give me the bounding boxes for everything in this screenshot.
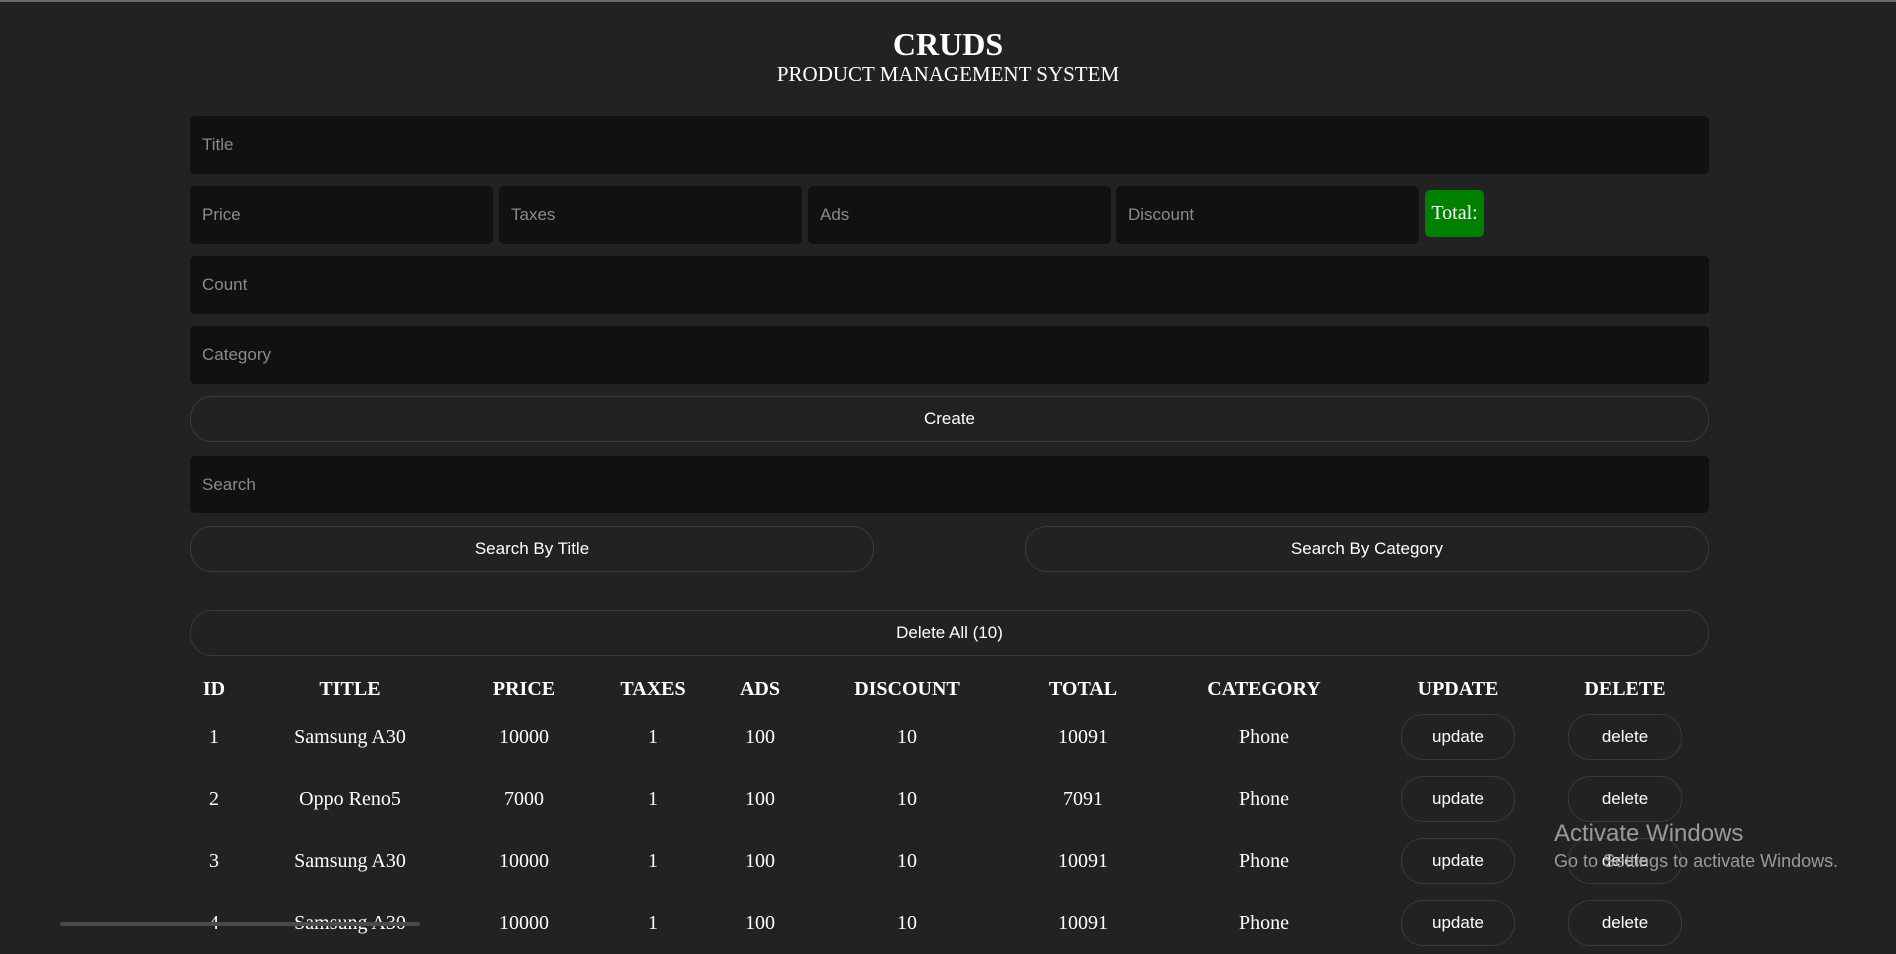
- cell-price: 10000: [499, 725, 549, 748]
- column-header-id: ID: [202, 677, 226, 700]
- discount-input[interactable]: [1116, 186, 1419, 244]
- cell-category: Phone: [1239, 849, 1289, 872]
- search-by-title-button[interactable]: Search By Title: [190, 526, 874, 572]
- column-header-discount: DISCOUNT: [854, 677, 960, 700]
- cell-category: Phone: [1239, 911, 1289, 934]
- category-input[interactable]: [190, 326, 1709, 384]
- app-title: CRUDS: [892, 26, 1004, 62]
- cell-update: update: [1376, 768, 1540, 830]
- delete-button[interactable]: delete: [1568, 776, 1682, 822]
- table-row: 3 Samsung A30 10000 1 100 10 10091 Phone…: [190, 830, 1710, 892]
- app-subtitle: PRODUCT MANAGEMENT SYSTEM: [776, 62, 1120, 86]
- cell-total: 10091: [1058, 725, 1108, 748]
- cell-price: 10000: [499, 849, 549, 872]
- watermark-title: Activate Windows: [1554, 820, 1744, 847]
- crud-app: CRUDS PRODUCT MANAGEMENT SYSTEM Total: C…: [0, 0, 1896, 946]
- cell-title: Oppo Reno5: [299, 787, 401, 810]
- cell-update: update: [1376, 892, 1540, 954]
- column-header-update: UPDATE: [1417, 677, 1499, 700]
- count-input[interactable]: [190, 256, 1709, 314]
- cell-ads: 100: [745, 849, 775, 872]
- cell-category: Phone: [1239, 725, 1289, 748]
- delete-button[interactable]: delete: [1568, 714, 1682, 760]
- total-badge: Total:: [1425, 190, 1484, 237]
- update-button[interactable]: update: [1401, 838, 1515, 884]
- cell-id: 2: [209, 787, 219, 810]
- column-header-delete: DELETE: [1584, 677, 1666, 700]
- cell-discount: 10: [897, 725, 917, 748]
- cell-taxes: 1: [648, 725, 658, 748]
- cell-title: Samsung A30: [294, 849, 406, 872]
- watermark-subtitle: Go to Settings to activate Windows.: [1554, 851, 1839, 871]
- delete-button[interactable]: delete: [1568, 900, 1682, 946]
- cell-ads: 100: [745, 911, 775, 934]
- cell-delete: delete: [1540, 706, 1710, 768]
- column-header-category: CATEGORY: [1207, 677, 1321, 700]
- table-row: 2 Oppo Reno5 7000 1 100 10 7091 Phone up…: [190, 768, 1710, 830]
- cell-price: 10000: [499, 911, 549, 934]
- cell-taxes: 1: [648, 787, 658, 810]
- column-header-price: PRICE: [492, 677, 556, 700]
- create-button[interactable]: Create: [190, 396, 1709, 442]
- delete-all-button[interactable]: Delete All (10): [190, 610, 1709, 656]
- taxes-input[interactable]: [499, 186, 802, 244]
- column-header-ads: ADS: [739, 677, 780, 700]
- cell-ads: 100: [745, 787, 775, 810]
- horizontal-scrollbar[interactable]: [60, 922, 420, 926]
- table-header-row: ID TITLE PRICE TAXES ADS DISCOUNT TOTAL …: [190, 672, 1710, 706]
- column-header-total: TOTAL: [1048, 677, 1118, 700]
- update-button[interactable]: update: [1401, 714, 1515, 760]
- cell-update: update: [1376, 830, 1540, 892]
- cell-discount: 10: [897, 787, 917, 810]
- cell-total: 10091: [1058, 849, 1108, 872]
- cell-total: 7091: [1063, 787, 1103, 810]
- ads-input[interactable]: [808, 186, 1111, 244]
- column-header-taxes: TAXES: [620, 677, 686, 700]
- app-header: CRUDS PRODUCT MANAGEMENT SYSTEM: [0, 26, 1896, 86]
- cell-discount: 10: [897, 849, 917, 872]
- cell-category: Phone: [1239, 787, 1289, 810]
- table-row: 1 Samsung A30 10000 1 100 10 10091 Phone…: [190, 706, 1710, 768]
- products-table: ID TITLE PRICE TAXES ADS DISCOUNT TOTAL …: [190, 672, 1710, 954]
- activate-windows-watermark: Activate Windows Go to Settings to activ…: [1554, 820, 1838, 874]
- cell-taxes: 1: [648, 849, 658, 872]
- column-header-title: TITLE: [319, 677, 381, 700]
- cell-total: 10091: [1058, 911, 1108, 934]
- search-input[interactable]: [190, 456, 1709, 513]
- cell-taxes: 1: [648, 911, 658, 934]
- update-button[interactable]: update: [1401, 776, 1515, 822]
- cell-update: update: [1376, 706, 1540, 768]
- cell-discount: 10: [897, 911, 917, 934]
- update-button[interactable]: update: [1401, 900, 1515, 946]
- title-input[interactable]: [190, 116, 1709, 174]
- cell-delete: delete: [1540, 892, 1710, 954]
- cell-price: 7000: [504, 787, 544, 810]
- price-input[interactable]: [190, 186, 493, 244]
- cell-id: 1: [209, 725, 219, 748]
- cell-ads: 100: [745, 725, 775, 748]
- search-by-category-button[interactable]: Search By Category: [1025, 526, 1709, 572]
- cell-id: 3: [209, 849, 219, 872]
- cell-title: Samsung A30: [294, 725, 406, 748]
